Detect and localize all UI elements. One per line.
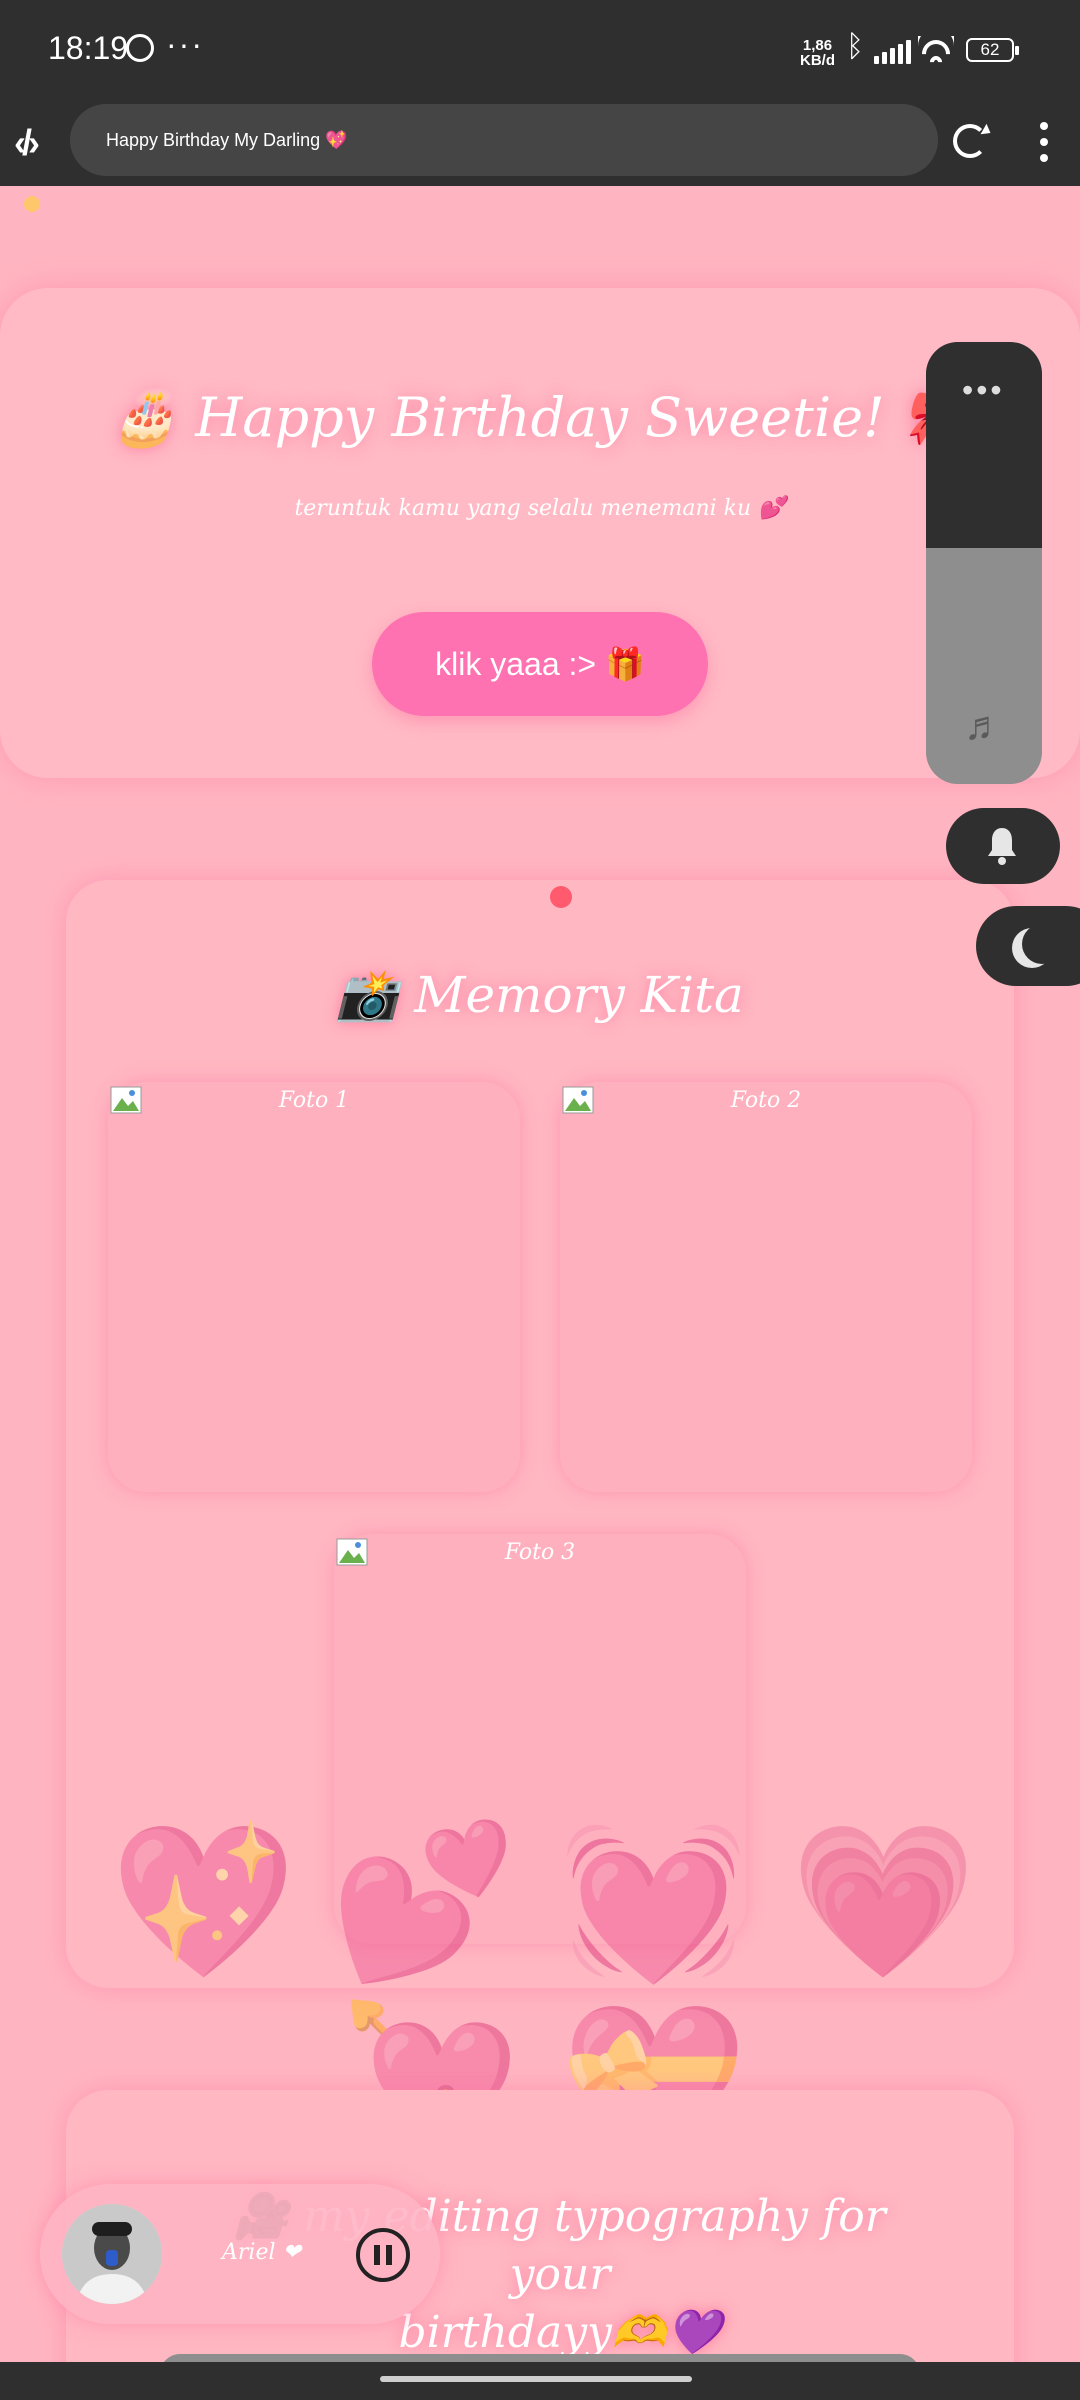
avatar [62,2204,162,2304]
photo-caption: Foto 1 [278,1088,350,1113]
surprise-button[interactable]: klik yaaa :> 🎁 [372,612,708,716]
panel-more-icon[interactable]: ••• [962,372,1005,409]
player-name: Ariel ❤ [222,2240,301,2265]
home-gesture-handle[interactable] [380,2376,692,2382]
beating-heart-icon: 💓 [560,1817,747,1985]
bottom-sheet-handle[interactable] [160,2354,920,2362]
sparkling-heart-icon: 💖 [110,1817,297,1985]
browser-toolbar: ‹/› Happy Birthday My Darling 💖 [0,100,1080,186]
network-speed-value: 1,86 [802,37,833,54]
reload-icon[interactable] [953,124,987,158]
status-time: 18:19 [48,30,129,66]
two-hearts-icon: 💕 [330,1817,517,1985]
status-bar: 18:19 ··· 1,86 KB/d ᛒ 62 [0,0,1080,100]
browser-logo-icon[interactable]: ‹/› [14,122,40,164]
photo-caption: Foto 3 [504,1540,576,1565]
network-speed-unit: KB/d [800,52,835,69]
bluetooth-icon: ᛒ [846,30,864,63]
url-bar[interactable]: Happy Birthday My Darling 💖 [70,104,938,176]
web-content: 🎂 Happy Birthday Sweetie! 🎀 teruntuk kam… [0,186,1080,2362]
hero-title: 🎂 Happy Birthday Sweetie! 🎀 [110,386,970,449]
network-speed: 1,86 KB/d [800,38,835,68]
photo-card-1[interactable]: Foto 1 [108,1082,520,1492]
hero-subtitle: teruntuk kamu yang selalu menemani ku 💕 [294,496,786,521]
system-nav-bar [0,2362,1080,2400]
music-note-icon[interactable]: ♬ [964,704,1004,749]
music-player: Ariel ❤ [40,2184,440,2324]
bell-icon [988,828,1016,865]
memory-title: 📸 Memory Kita [336,966,744,1024]
overflow-menu-icon[interactable] [1038,122,1050,162]
music-control-panel[interactable]: ••• ♬ [926,342,1042,784]
growing-heart-icon: 💗 [790,1817,977,1985]
pause-button[interactable] [356,2228,410,2282]
moon-icon [1022,924,1062,964]
more-notifications-icon: ··· [166,26,204,62]
dark-mode-toggle[interactable] [976,906,1080,986]
whatsapp-icon [126,34,154,62]
confetti-particle [550,886,572,908]
notification-button[interactable] [946,808,1060,884]
battery-icon: 62 [966,38,1019,62]
photo-caption: Foto 2 [730,1088,802,1113]
wifi-icon [918,36,954,64]
signal-icon [874,40,912,64]
confetti-particle [24,196,40,212]
photo-card-2[interactable]: Foto 2 [560,1082,972,1492]
